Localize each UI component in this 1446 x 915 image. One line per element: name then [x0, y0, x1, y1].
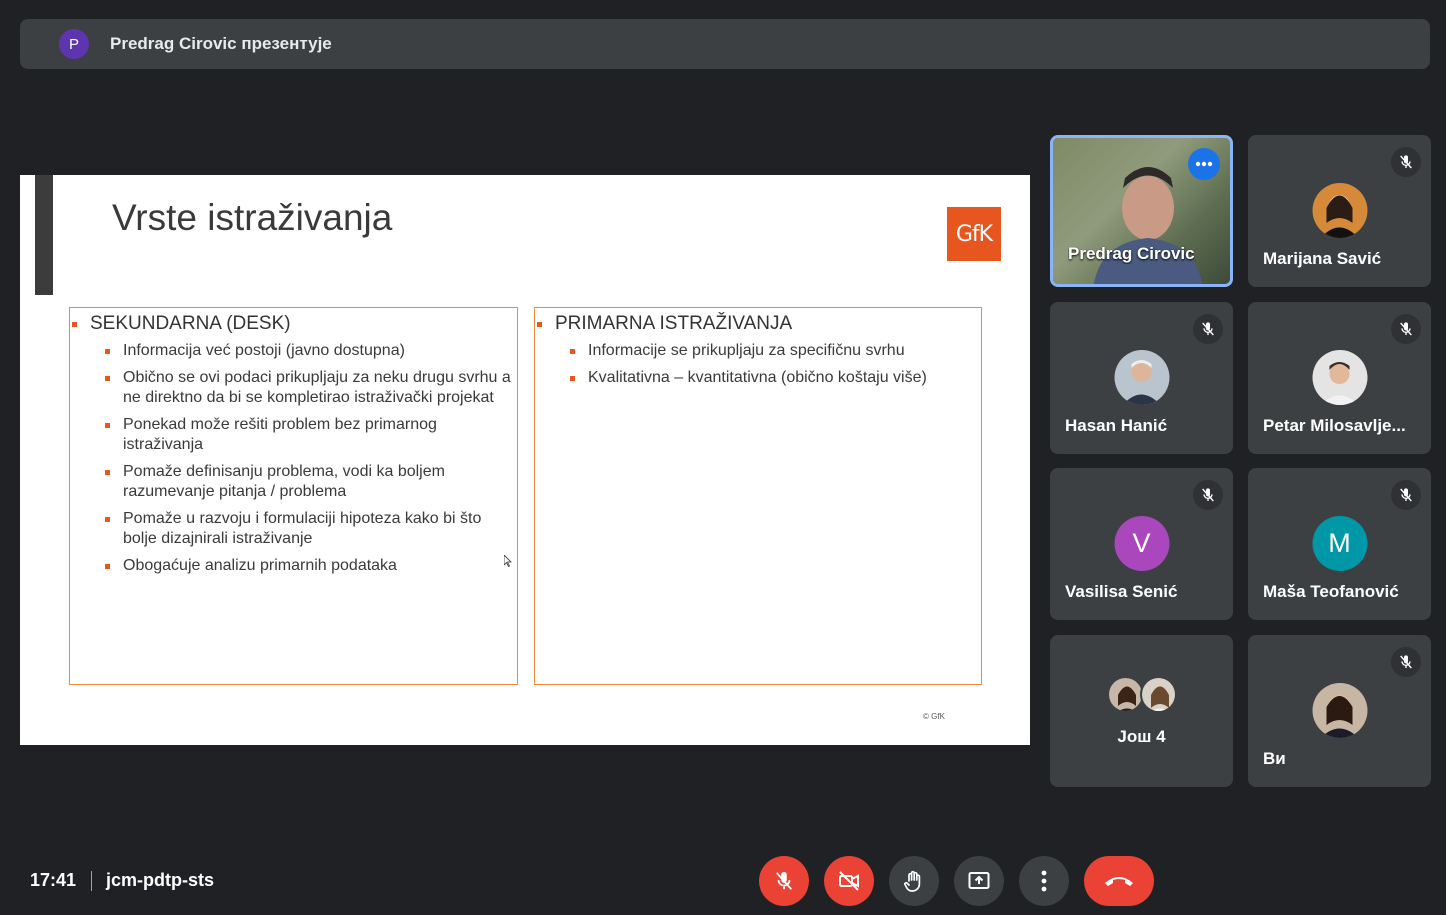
list-item: Obično se ovi podaci prikupljaju za neku…	[70, 368, 511, 409]
list-item: Ponekad može rešiti problem bez primarno…	[70, 415, 511, 456]
meeting-time: 17:41	[30, 870, 77, 890]
more-vert-icon	[1041, 870, 1047, 892]
self-tile[interactable]: Ви	[1248, 635, 1431, 787]
mic-off-icon	[775, 871, 793, 890]
meeting-code[interactable]: jcm-pdtp-sts	[106, 870, 214, 891]
list-item: Informacija već postoji (javno dostupna)	[70, 341, 511, 362]
slide-copyright: © GfK	[923, 712, 945, 721]
primary-research-box: PRIMARNA ISTRAŽIVANJA Informacije se pri…	[534, 307, 982, 685]
divider	[91, 871, 92, 891]
avatar	[1107, 676, 1144, 713]
participant-tile[interactable]: Hasan Hanić	[1050, 302, 1233, 454]
participant-tile[interactable]: V Vasilisa Senić	[1050, 468, 1233, 620]
box-heading: PRIMARNA ISTRAŽIVANJA	[535, 312, 975, 336]
presenting-banner: P Predrag Cirovic презентује	[20, 19, 1430, 69]
avatar	[1312, 183, 1367, 238]
camera-toggle-button[interactable]	[824, 856, 874, 906]
secondary-research-box: SEKUNDARNA (DESK) Informacija već postoj…	[69, 307, 518, 685]
avatar-stack	[1107, 676, 1177, 713]
mic-off-icon	[1391, 647, 1421, 677]
raise-hand-button[interactable]	[889, 856, 939, 906]
list-item: Pomaže u razvoju i formulaciji hipoteza …	[70, 509, 511, 550]
cursor-icon	[504, 555, 512, 567]
participant-name: Predrag Cirovic	[1068, 244, 1195, 263]
more-dots-icon	[1195, 161, 1213, 167]
slide-accent-bar	[35, 175, 53, 295]
participant-tile-presenter[interactable]: Predrag Cirovic	[1050, 135, 1233, 287]
more-options-button[interactable]	[1019, 856, 1069, 906]
participant-name: Vasilisa Senić	[1065, 582, 1178, 601]
participant-name: Maša Teofanović	[1263, 582, 1399, 601]
hang-up-icon	[1105, 877, 1133, 886]
mic-off-icon	[1193, 314, 1223, 344]
presenter-avatar: P	[59, 29, 89, 59]
participant-tile[interactable]: Marijana Savić	[1248, 135, 1431, 287]
slide-title: Vrste istraživanja	[112, 197, 393, 238]
hand-icon	[904, 870, 921, 892]
gfk-logo: GfK	[947, 207, 1001, 261]
present-icon	[968, 872, 990, 889]
avatar: M	[1312, 516, 1367, 571]
leave-call-button[interactable]	[1084, 856, 1154, 906]
more-participants-label: Још 4	[1117, 727, 1166, 746]
avatar	[1114, 350, 1169, 405]
box-heading: SEKUNDARNA (DESK)	[70, 312, 511, 336]
avatar: V	[1114, 516, 1169, 571]
present-screen-button[interactable]	[954, 856, 1004, 906]
mic-toggle-button[interactable]	[759, 856, 809, 906]
participant-name: Ви	[1263, 749, 1286, 768]
mic-off-icon	[1391, 147, 1421, 177]
avatar	[1140, 676, 1177, 713]
more-options-button[interactable]	[1188, 148, 1220, 180]
presenting-text: Predrag Cirovic презентује	[110, 34, 332, 53]
mic-off-icon	[1391, 314, 1421, 344]
avatar	[1312, 350, 1367, 405]
presentation-slide: Vrste istraživanja GfK SEKUNDARNA (DESK)…	[20, 175, 1030, 745]
mic-off-icon	[1193, 480, 1223, 510]
mic-off-icon	[1391, 480, 1421, 510]
list-item: Obogaćuje analizu primarnih podataka	[70, 556, 511, 577]
list-item: Pomaže definisanju problema, vodi ka bol…	[70, 462, 511, 503]
participant-tile[interactable]: M Maša Teofanović	[1248, 468, 1431, 620]
participant-name: Hasan Hanić	[1065, 416, 1168, 435]
participant-tile[interactable]: Petar Milosavlje...	[1248, 302, 1431, 454]
avatar	[1312, 683, 1367, 738]
participant-name: Marijana Savić	[1263, 249, 1382, 268]
camera-off-icon	[839, 871, 859, 891]
list-item: Informacije se prikupljaju za specifičnu…	[535, 341, 975, 362]
more-participants-tile[interactable]: Још 4	[1050, 635, 1233, 787]
list-item: Kvalitativna – kvantitativna (obično koš…	[535, 368, 975, 389]
participant-name: Petar Milosavlje...	[1263, 416, 1406, 435]
